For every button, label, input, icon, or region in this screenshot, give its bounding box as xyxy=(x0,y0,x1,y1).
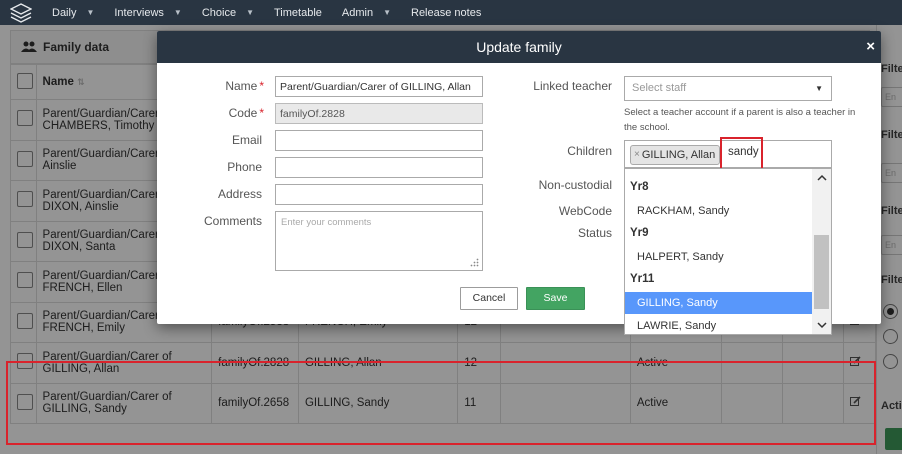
remove-tag-icon[interactable]: × xyxy=(634,146,640,164)
resize-handle-icon[interactable] xyxy=(470,258,479,267)
children-label: Children xyxy=(567,144,612,158)
scroll-down-icon[interactable] xyxy=(812,317,831,334)
email-field[interactable] xyxy=(275,130,483,151)
linked-teacher-help: Select a teacher account if a parent is … xyxy=(624,107,856,133)
highlight-box-search xyxy=(720,137,763,172)
linked-teacher-label: Linked teacher xyxy=(533,79,612,93)
nav-admin[interactable]: Admin ▼ xyxy=(332,0,401,25)
dropdown-group-label: Yr11 xyxy=(630,273,655,285)
name-field[interactable] xyxy=(275,76,483,97)
nav-interviews[interactable]: Interviews ▼ xyxy=(104,0,191,25)
address-label: Address xyxy=(217,187,262,201)
chevron-down-icon: ▼ xyxy=(246,8,254,17)
chevron-down-icon: ▼ xyxy=(86,8,95,17)
scroll-up-icon[interactable] xyxy=(812,169,831,186)
email-label: Email xyxy=(231,133,262,147)
modal-header: Update family × xyxy=(157,31,881,63)
dropdown-option[interactable]: LAWRIE, Sandy xyxy=(625,315,812,334)
linked-teacher-select[interactable]: Select staff ▼ xyxy=(624,76,832,101)
phone-field[interactable] xyxy=(275,157,483,178)
dropdown-group-label: Yr9 xyxy=(630,227,649,239)
dropdown-option-highlighted[interactable]: GILLING, Sandy xyxy=(625,292,812,314)
children-dropdown: Yr8 RACKHAM, Sandy Yr9 HALPERT, Sandy Yr… xyxy=(624,168,832,335)
child-tag: × GILLING, Allan xyxy=(630,145,721,165)
chevron-down-icon: ▼ xyxy=(383,8,391,17)
cancel-button[interactable]: Cancel xyxy=(460,287,518,310)
non-custodial-label: Non-custodial xyxy=(538,178,612,192)
code-label: Code * xyxy=(228,106,264,120)
dropdown-group-label: Yr8 xyxy=(630,181,649,193)
update-family-modal: Update family × Name* Code* Email Phone … xyxy=(157,31,881,335)
close-icon[interactable]: × xyxy=(866,39,875,54)
nav-daily[interactable]: Daily ▼ xyxy=(42,0,104,25)
comments-textarea[interactable]: Enter your comments xyxy=(275,211,483,271)
chevron-down-icon: ▼ xyxy=(815,84,823,93)
code-field xyxy=(275,103,483,124)
webcode-label: WebCode xyxy=(558,204,612,218)
dropdown-option[interactable]: HALPERT, Sandy xyxy=(625,246,812,268)
address-field[interactable] xyxy=(275,184,483,205)
comments-label: Comments xyxy=(203,214,262,228)
name-label: Name * xyxy=(225,79,264,93)
nav-release-notes[interactable]: Release notes xyxy=(401,0,491,25)
save-button[interactable]: Save xyxy=(526,287,585,310)
top-navigation: Daily ▼ Interviews ▼ Choice ▼ Timetable Adm… xyxy=(0,0,902,25)
nav-choice[interactable]: Choice ▼ xyxy=(192,0,264,25)
scrollbar-thumb[interactable] xyxy=(814,235,829,309)
status-label: Status xyxy=(577,226,612,240)
dropdown-option[interactable]: RACKHAM, Sandy xyxy=(625,200,812,222)
dropdown-scrollbar[interactable] xyxy=(812,169,831,334)
app-logo-icon[interactable] xyxy=(0,0,42,25)
chevron-down-icon: ▼ xyxy=(173,8,182,17)
nav-timetable[interactable]: Timetable xyxy=(264,0,332,25)
phone-label: Phone xyxy=(227,160,262,174)
modal-title: Update family xyxy=(476,39,562,55)
